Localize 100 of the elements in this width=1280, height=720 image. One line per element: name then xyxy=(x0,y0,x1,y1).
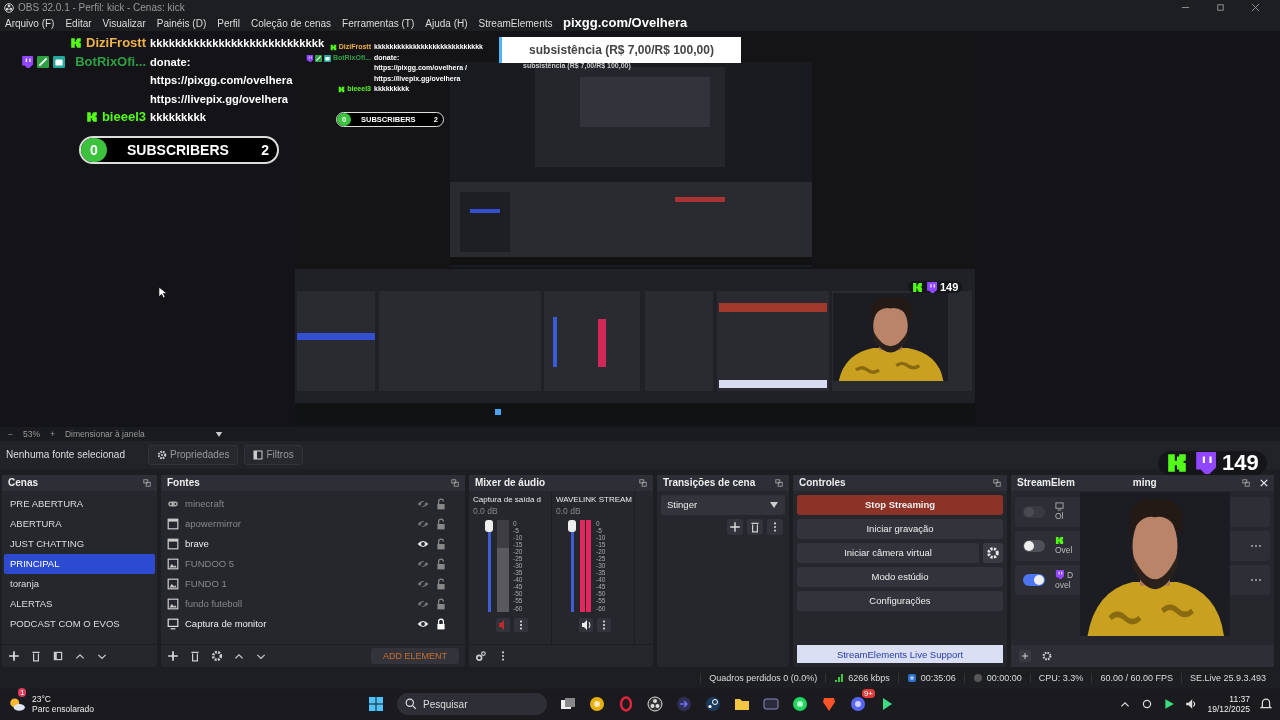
source-name[interactable]: brave xyxy=(185,538,411,550)
folder-icon[interactable] xyxy=(734,696,750,713)
start-icon[interactable] xyxy=(368,696,384,713)
scene-item[interactable]: toranja xyxy=(4,573,155,594)
control-button[interactable]: Iniciar gravação xyxy=(797,518,1003,539)
source-name[interactable]: Captura de monitor xyxy=(185,618,411,630)
scene-item[interactable]: ALERTAS xyxy=(4,593,155,614)
speaker-icon[interactable] xyxy=(1185,698,1198,711)
image-icon xyxy=(167,577,179,590)
scale-dropdown[interactable]: Dimensionar à janela xyxy=(64,429,145,440)
undock-icon[interactable] xyxy=(639,478,647,487)
volume-slider[interactable] xyxy=(485,519,493,612)
close-icon[interactable] xyxy=(1251,3,1260,13)
add-element-button[interactable]: ADD ELEMENT xyxy=(371,648,459,664)
clock-time[interactable]: 11:37 xyxy=(1229,694,1250,705)
undock-icon[interactable] xyxy=(993,478,1001,487)
trash-icon[interactable] xyxy=(189,650,201,662)
menu-item[interactable]: Ajuda (H) xyxy=(425,18,468,30)
monitor-icon xyxy=(1055,502,1064,512)
play-icon[interactable] xyxy=(1163,698,1176,711)
scene-item[interactable]: ABERTURA xyxy=(4,513,155,534)
steam-icon[interactable] xyxy=(705,696,721,713)
source-name[interactable]: FUNDOO 5 xyxy=(185,558,411,570)
undock-icon[interactable] xyxy=(775,478,783,487)
zoom-out-button[interactable]: − xyxy=(8,429,13,440)
panel-icon[interactable] xyxy=(52,650,64,662)
menu-item[interactable]: Painéis (D) xyxy=(156,18,207,30)
scene-item[interactable]: JUST CHATTING xyxy=(4,533,155,554)
more-icon[interactable] xyxy=(1250,577,1262,582)
control-button[interactable]: Iniciar câmera virtual xyxy=(797,542,979,563)
properties-button[interactable]: Propriedades xyxy=(148,444,239,465)
gears-icon[interactable] xyxy=(475,650,487,662)
live-support-button[interactable]: StreamElements Live Support xyxy=(797,645,1003,663)
gear-icon[interactable] xyxy=(211,650,223,662)
maximize-icon[interactable] xyxy=(1216,3,1225,13)
scene-item[interactable]: PRE ABERTURA xyxy=(4,493,155,514)
add-icon[interactable] xyxy=(727,518,743,535)
undock-icon[interactable] xyxy=(451,478,459,487)
add-icon[interactable] xyxy=(167,650,179,662)
gear-icon[interactable] xyxy=(1041,650,1053,662)
zoom-in-button[interactable]: + xyxy=(50,429,55,440)
toggle-switch[interactable] xyxy=(1023,573,1045,586)
menu-item[interactable]: Visualizar xyxy=(102,18,146,30)
speech-bubble-icon xyxy=(305,54,313,62)
undock-icon[interactable] xyxy=(1242,478,1250,487)
transition-dropdown[interactable]: Stinger xyxy=(661,494,785,515)
chat-message: kkkkkkkkk xyxy=(150,110,206,125)
letter-k-icon xyxy=(338,86,346,94)
search-field[interactable]: Pesquisar xyxy=(397,693,547,716)
control-button[interactable]: Configurações xyxy=(797,590,1003,611)
control-button[interactable]: Modo estúdio xyxy=(797,566,1003,587)
lock-icon[interactable] xyxy=(435,617,447,630)
scene-item[interactable]: PRINCIPAL xyxy=(4,553,155,574)
trash-icon[interactable] xyxy=(747,518,763,535)
app-icon[interactable] xyxy=(589,696,605,713)
menu-item[interactable]: Perfil xyxy=(217,18,240,30)
more-icon[interactable] xyxy=(514,617,528,632)
source-name[interactable]: fundo futeboll xyxy=(185,598,411,610)
volume-slider[interactable] xyxy=(568,519,576,612)
menu-item[interactable]: StreamElements xyxy=(478,18,553,30)
filters-button[interactable]: Filtros xyxy=(244,444,303,465)
source-name[interactable]: FUNDO 1 xyxy=(185,578,411,590)
letter-k-icon xyxy=(912,281,923,293)
menu-item[interactable]: Ferramentas (T) xyxy=(342,18,415,30)
source-status: Nenhuma fonte selecionad xyxy=(6,449,126,461)
account-label: ovel xyxy=(1055,579,1072,590)
app-icon[interactable] xyxy=(850,696,866,713)
caret-icon[interactable] xyxy=(214,431,223,437)
add-icon[interactable] xyxy=(8,650,20,662)
shield-icon[interactable] xyxy=(821,696,837,713)
trash-icon[interactable] xyxy=(30,650,42,662)
gear-icon[interactable] xyxy=(983,542,1003,563)
window-icon[interactable] xyxy=(763,696,779,713)
app-logo-icon[interactable] xyxy=(647,696,663,713)
ring-icon[interactable] xyxy=(618,696,634,713)
subscribers-value: 2 xyxy=(261,142,269,159)
bell-icon[interactable] xyxy=(1260,698,1272,711)
more-icon[interactable] xyxy=(597,617,611,632)
undock-icon[interactable] xyxy=(143,478,151,487)
source-name[interactable]: minecraft xyxy=(185,498,411,510)
source-name[interactable]: apowermirror xyxy=(185,518,411,530)
weather-icon[interactable] xyxy=(8,695,26,714)
caret-icon xyxy=(769,499,779,510)
more-icon[interactable] xyxy=(767,518,783,535)
speaker-icon[interactable] xyxy=(579,617,593,632)
stop-streaming-button[interactable]: Stop Streaming xyxy=(797,494,1003,515)
app-icon[interactable] xyxy=(792,696,808,713)
menu-item[interactable]: Coleção de cenas xyxy=(251,18,332,30)
add-icon[interactable] xyxy=(1019,650,1031,662)
menu-item[interactable]: Arquivo (F) xyxy=(5,18,55,30)
clock-date[interactable]: 19/12/2025 xyxy=(1207,704,1250,715)
chat-username: DiziFrostt xyxy=(86,34,146,52)
account-label: Ol xyxy=(1055,511,1064,522)
scene-item[interactable]: PODCAST COM O EVOS xyxy=(4,613,155,634)
menu-item[interactable]: Editar xyxy=(65,18,92,30)
window-icon xyxy=(167,537,179,550)
letter-k-icon xyxy=(329,44,337,52)
more-icon[interactable] xyxy=(1250,543,1262,548)
signal-icon xyxy=(834,672,845,683)
toggle-switch[interactable] xyxy=(1023,539,1045,552)
